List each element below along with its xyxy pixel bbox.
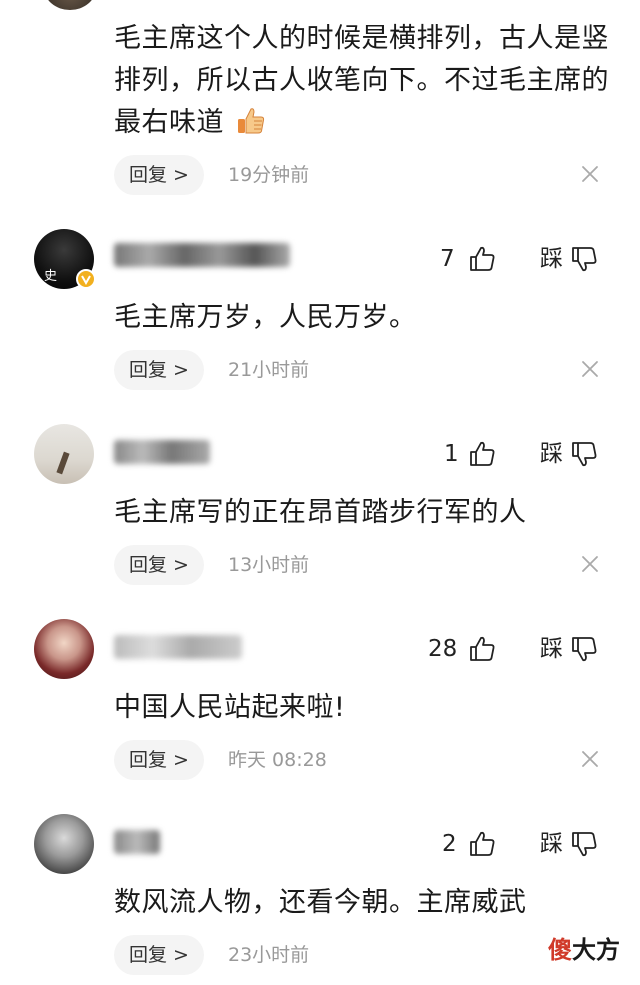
like-group: 2 踩 [440,826,600,862]
dislike-label: 踩 [540,636,563,662]
comment-actions: 回复 > 昨天 08:28 [114,740,614,780]
thumbs-up-icon[interactable] [468,830,496,858]
comment-actions: 回复 > 13小时前 [114,545,614,585]
close-icon[interactable] [580,554,600,574]
like-count: 1 [444,441,459,467]
reply-button[interactable]: 回复 > [114,935,204,975]
watermark-part1: 傻 [548,936,572,964]
username-blurred[interactable] [114,243,290,267]
reply-button[interactable]: 回复 > [114,350,204,390]
thumbs-down-icon[interactable] [570,830,598,858]
comment-time: 19分钟前 [228,164,310,186]
comment-time: 昨天 08:28 [228,749,327,771]
like-count: 28 [428,636,458,662]
like-group: 7 踩 [440,241,600,277]
reply-button[interactable]: 回复 > [114,740,204,780]
avatar[interactable] [34,814,94,874]
dislike-label: 踩 [540,246,563,272]
comment-text: 毛主席这个人的时候是横排列，古人是竖排列，所以古人收笔向下。不过毛主席的最右味道 [114,23,609,138]
avatar-previous[interactable] [44,0,96,10]
like-group: 1 踩 [440,436,600,472]
comment-actions: 回复 > 23小时前 [114,935,614,975]
comment-text: 中国人民站起来啦! [114,692,346,723]
comment-text: 毛主席写的正在昂首踏步行军的人 [114,497,527,528]
comment-actions: 回复 > 21小时前 [114,350,614,390]
comment-time: 13小时前 [228,554,310,576]
comment-text: 毛主席万岁，人民万岁。 [114,302,417,333]
reply-button[interactable]: 回复 > [114,545,204,585]
avatar[interactable] [34,424,94,484]
reply-button[interactable]: 回复 > [114,155,204,195]
username-blurred[interactable] [114,830,160,854]
username-blurred[interactable] [114,635,242,659]
close-icon[interactable] [580,164,600,184]
comment-text: 数风流人物，还看今朝。主席威武 [114,887,527,918]
avatar[interactable] [34,619,94,679]
like-group: 28 踩 [428,631,600,667]
thumbs-down-icon[interactable] [570,635,598,663]
watermark-part2: 大方 [572,936,620,964]
verified-badge-icon [76,269,96,289]
comment-time: 21小时前 [228,359,310,381]
like-count: 2 [442,831,457,857]
thumbs-up-icon[interactable] [468,440,496,468]
avatar-figure [56,451,70,475]
thumbs-up-icon[interactable] [468,635,496,663]
thumbs-up-icon[interactable] [468,245,496,273]
close-icon[interactable] [580,359,600,379]
username-blurred[interactable] [114,440,210,464]
comment-time: 23小时前 [228,944,310,966]
comment-actions: 回复 > 19分钟前 [114,155,614,195]
dislike-label: 踩 [540,441,563,467]
like-count: 7 [440,246,455,272]
avatar-badge-text: 史 [44,269,58,284]
watermark: 傻大方 [548,935,620,965]
dislike-label: 踩 [540,831,563,857]
close-icon[interactable] [580,749,600,769]
thumbs-down-icon[interactable] [570,440,598,468]
thumbs-up-emoji-icon [238,108,265,134]
thumbs-down-icon[interactable] [570,245,598,273]
